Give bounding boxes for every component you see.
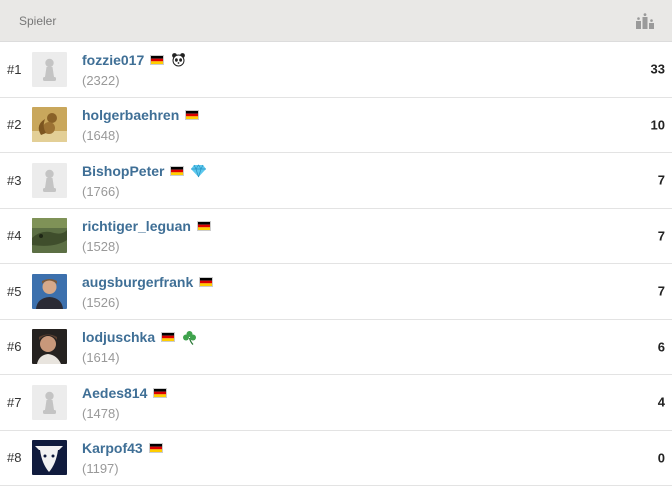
- diamond-icon: [191, 163, 207, 178]
- rank-label: #7: [7, 394, 22, 410]
- rank-label: #6: [7, 339, 22, 355]
- player-row[interactable]: #8 Karpof43 (1197) 0: [0, 430, 672, 486]
- avatar[interactable]: [32, 329, 67, 365]
- player-rating: (1478): [82, 405, 120, 421]
- player-count: 6: [657, 339, 665, 355]
- player-name-line: holgerbaehren: [82, 106, 200, 124]
- player-name-line: augsburgerfrank: [82, 273, 214, 291]
- germany-flag-icon: [153, 387, 168, 398]
- avatar[interactable]: [32, 218, 67, 254]
- germany-flag-icon: [199, 276, 214, 287]
- rank-label: #8: [7, 450, 22, 466]
- rank-label: #1: [7, 61, 22, 77]
- player-count: 7: [657, 172, 665, 188]
- player-rating: (1528): [82, 239, 120, 255]
- player-name-link[interactable]: richtiger_leguan: [82, 218, 191, 234]
- player-count: 7: [657, 283, 665, 299]
- rank-label: #4: [7, 228, 22, 244]
- germany-flag-icon: [148, 443, 163, 454]
- rank-label: #5: [7, 283, 22, 299]
- player-name-link[interactable]: lodjuschka: [82, 329, 155, 345]
- germany-flag-icon: [161, 332, 176, 343]
- player-leaderboard: Spieler #1 fozzie017 (2322) 33 #2 holgerbaehr…: [0, 0, 672, 486]
- player-count: 4: [657, 394, 665, 410]
- player-rating: (2322): [82, 72, 120, 88]
- panda-icon: [171, 52, 186, 67]
- player-info: richtiger_leguan (1528): [82, 217, 211, 254]
- player-name-line: BishopPeter: [82, 162, 207, 180]
- player-name-line: lodjuschka: [82, 328, 197, 346]
- player-rating: (1766): [82, 183, 120, 199]
- player-name-link[interactable]: augsburgerfrank: [82, 274, 193, 290]
- germany-flag-icon: [196, 221, 211, 232]
- podium-icon[interactable]: [636, 12, 654, 29]
- player-name-link[interactable]: BishopPeter: [82, 163, 164, 179]
- player-name-line: Aedes814: [82, 384, 168, 402]
- player-name-line: richtiger_leguan: [82, 217, 211, 235]
- player-count: 10: [650, 117, 665, 133]
- player-row[interactable]: #3 BishopPeter (1766) 7: [0, 153, 672, 209]
- player-name-link[interactable]: fozzie017: [82, 52, 144, 68]
- player-info: BishopPeter (1766): [82, 162, 207, 199]
- player-row[interactable]: #6 lodjuschka (1614) 6: [0, 319, 672, 375]
- germany-flag-icon: [150, 54, 165, 65]
- player-count: 7: [657, 228, 665, 244]
- player-name-link[interactable]: Karpof43: [82, 440, 143, 456]
- avatar[interactable]: [32, 162, 67, 198]
- player-info: holgerbaehren (1648): [82, 106, 200, 144]
- germany-flag-icon: [185, 110, 200, 121]
- player-row[interactable]: #2 holgerbaehren (1648) 10: [0, 97, 672, 153]
- leaderboard-header: Spieler: [0, 0, 672, 42]
- player-name-line: Karpof43: [82, 439, 163, 457]
- player-count: 33: [650, 61, 665, 77]
- avatar[interactable]: [32, 51, 67, 87]
- avatar[interactable]: [32, 273, 67, 309]
- player-row[interactable]: #7 Aedes814 (1478) 4: [0, 375, 672, 431]
- player-rating: (1614): [82, 350, 120, 366]
- player-row[interactable]: #4 richtiger_leguan (1528) 7: [0, 208, 672, 264]
- player-row[interactable]: #5 augsburgerfrank (1526) 7: [0, 264, 672, 320]
- player-row[interactable]: #1 fozzie017 (2322) 33: [0, 42, 672, 98]
- avatar[interactable]: [32, 107, 67, 143]
- player-info: Karpof43 (1197): [82, 439, 163, 476]
- player-rating: (1526): [82, 294, 120, 310]
- clover-icon: [182, 330, 197, 345]
- player-info: augsburgerfrank (1526): [82, 273, 214, 310]
- player-rating: (1648): [82, 128, 120, 144]
- player-count: 0: [657, 450, 665, 466]
- player-name-line: fozzie017: [82, 51, 186, 69]
- germany-flag-icon: [170, 165, 185, 176]
- player-name-link[interactable]: Aedes814: [82, 385, 147, 401]
- rank-label: #3: [7, 172, 22, 188]
- avatar[interactable]: [32, 440, 67, 476]
- player-info: lodjuschka (1614): [82, 328, 197, 365]
- player-info: fozzie017 (2322): [82, 51, 186, 88]
- player-name-link[interactable]: holgerbaehren: [82, 107, 179, 123]
- rank-label: #2: [7, 117, 22, 133]
- avatar[interactable]: [32, 384, 67, 420]
- player-info: Aedes814 (1478): [82, 384, 168, 421]
- header-title: Spieler: [19, 13, 57, 28]
- player-rating: (1197): [82, 461, 119, 477]
